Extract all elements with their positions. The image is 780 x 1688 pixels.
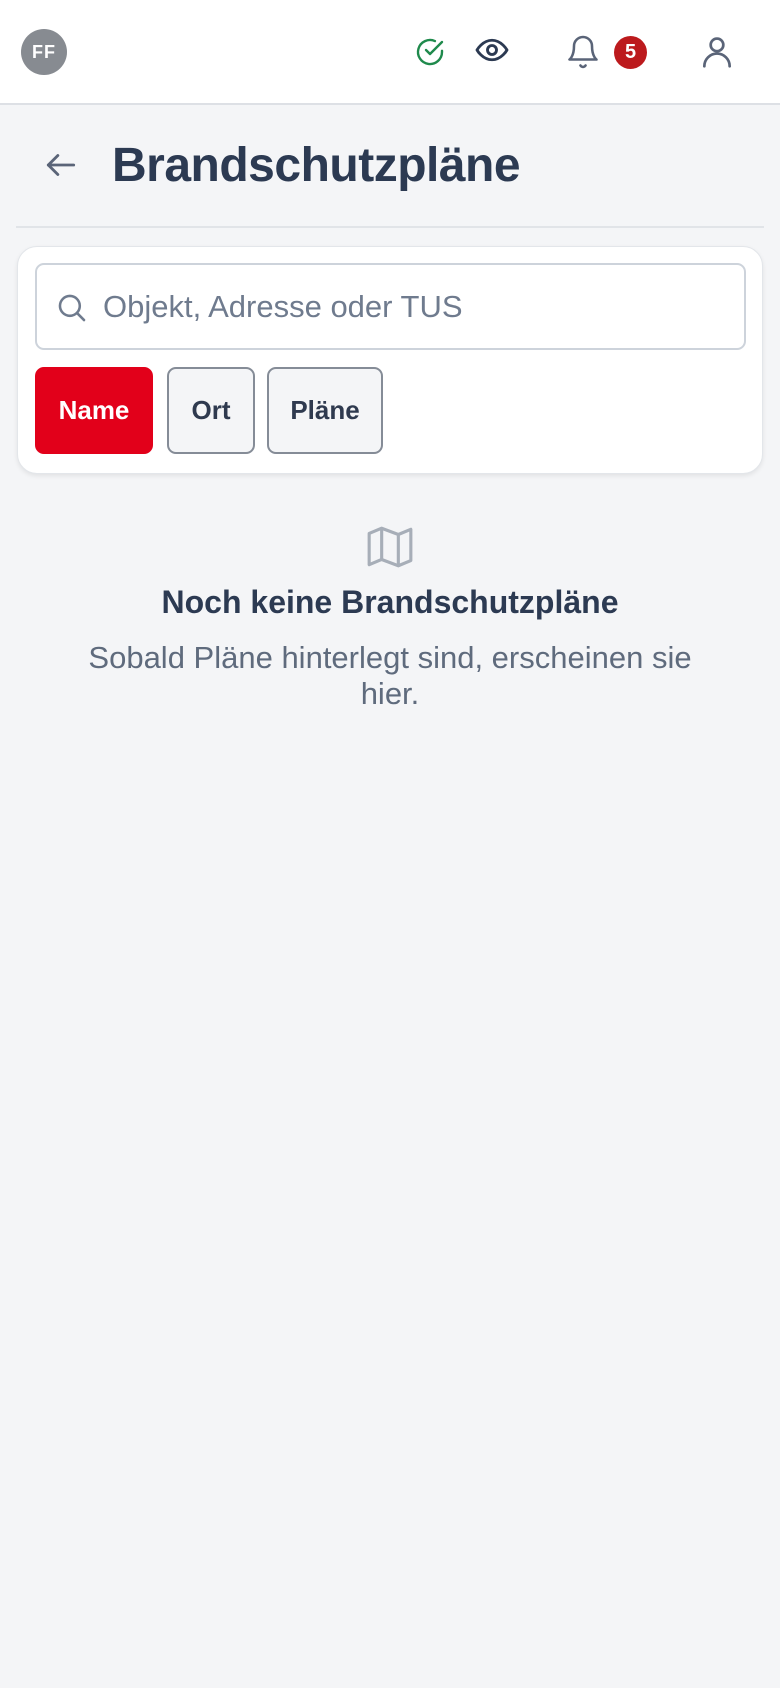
back-button[interactable] (38, 142, 84, 188)
search-box (35, 263, 746, 350)
notifications-button[interactable] (562, 30, 604, 74)
top-bar: FF 5 (0, 0, 780, 105)
sort-chip-name[interactable]: Name (35, 367, 153, 454)
sort-chip-ort[interactable]: Ort (167, 367, 255, 454)
notification-count-badge: 5 (614, 36, 647, 69)
filter-card: Name Ort Pläne (17, 246, 763, 474)
check-circle-icon (416, 38, 444, 66)
user-icon (702, 37, 732, 68)
page-header: Brandschutzpläne (16, 106, 764, 228)
visibility-button[interactable] (470, 30, 514, 70)
empty-state-title: Noch keine Brandschutzpläne (161, 584, 619, 620)
sync-status-button[interactable] (410, 32, 450, 72)
page-title: Brandschutzpläne (112, 139, 521, 192)
search-input[interactable] (103, 265, 733, 348)
empty-state-text: Sobald Pläne hinterlegt sind, erscheinen… (88, 640, 692, 711)
profile-button[interactable] (696, 30, 738, 74)
avatar[interactable]: FF (21, 29, 67, 75)
arrow-left-icon (46, 154, 76, 176)
sort-chip-plaene[interactable]: Pläne (267, 367, 383, 454)
eye-icon (475, 38, 509, 62)
map-icon (367, 526, 413, 568)
bell-icon (568, 35, 598, 69)
search-icon (58, 294, 86, 322)
